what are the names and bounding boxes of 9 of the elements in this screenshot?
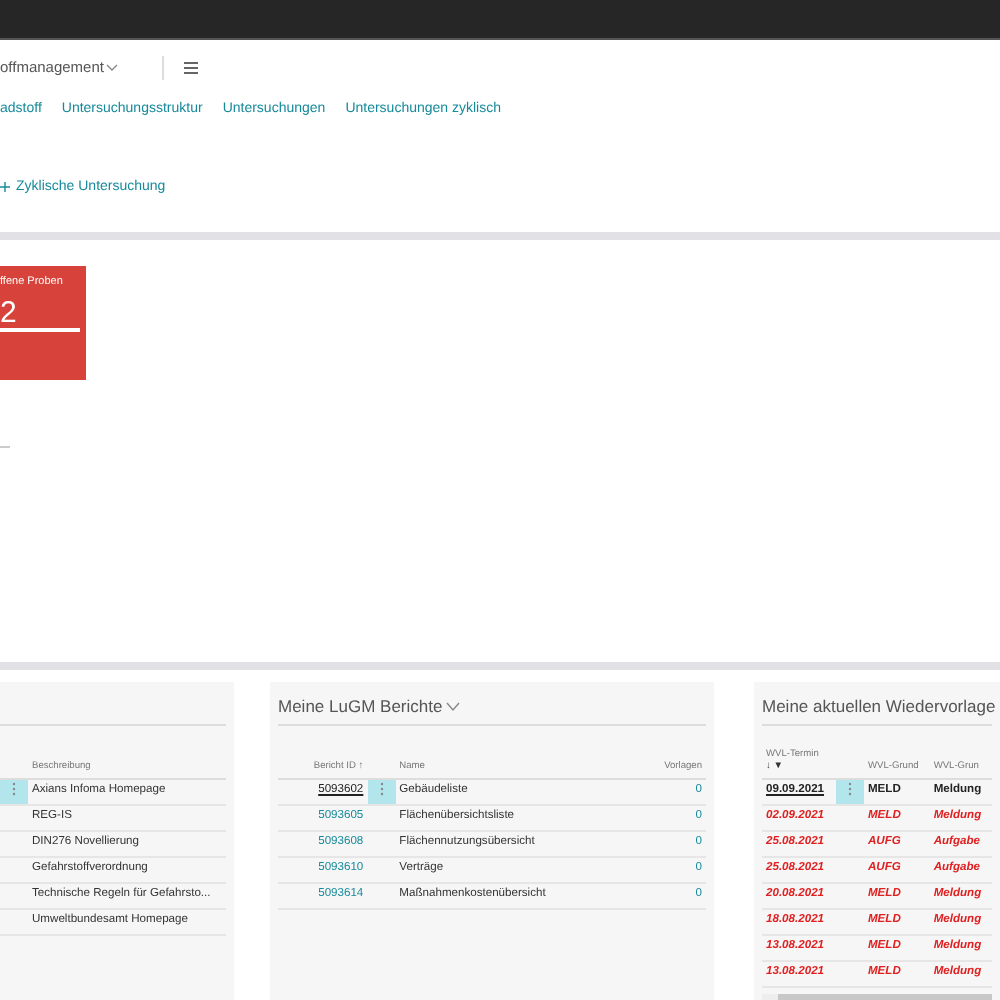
plus-icon[interactable] (0, 182, 10, 193)
chevron-icon[interactable] (446, 702, 461, 712)
card-title[interactable]: Meine LuGM Berichte (278, 694, 443, 724)
chevron-icon[interactable] (105, 64, 118, 72)
card-title[interactable]: Meine aktuellen Wiedervorlage (762, 694, 996, 724)
more-options-icon[interactable] (847, 782, 852, 797)
more-options-icon[interactable] (379, 782, 384, 797)
tile-value: 2 (0, 298, 80, 333)
menu-icon[interactable] (183, 62, 198, 74)
